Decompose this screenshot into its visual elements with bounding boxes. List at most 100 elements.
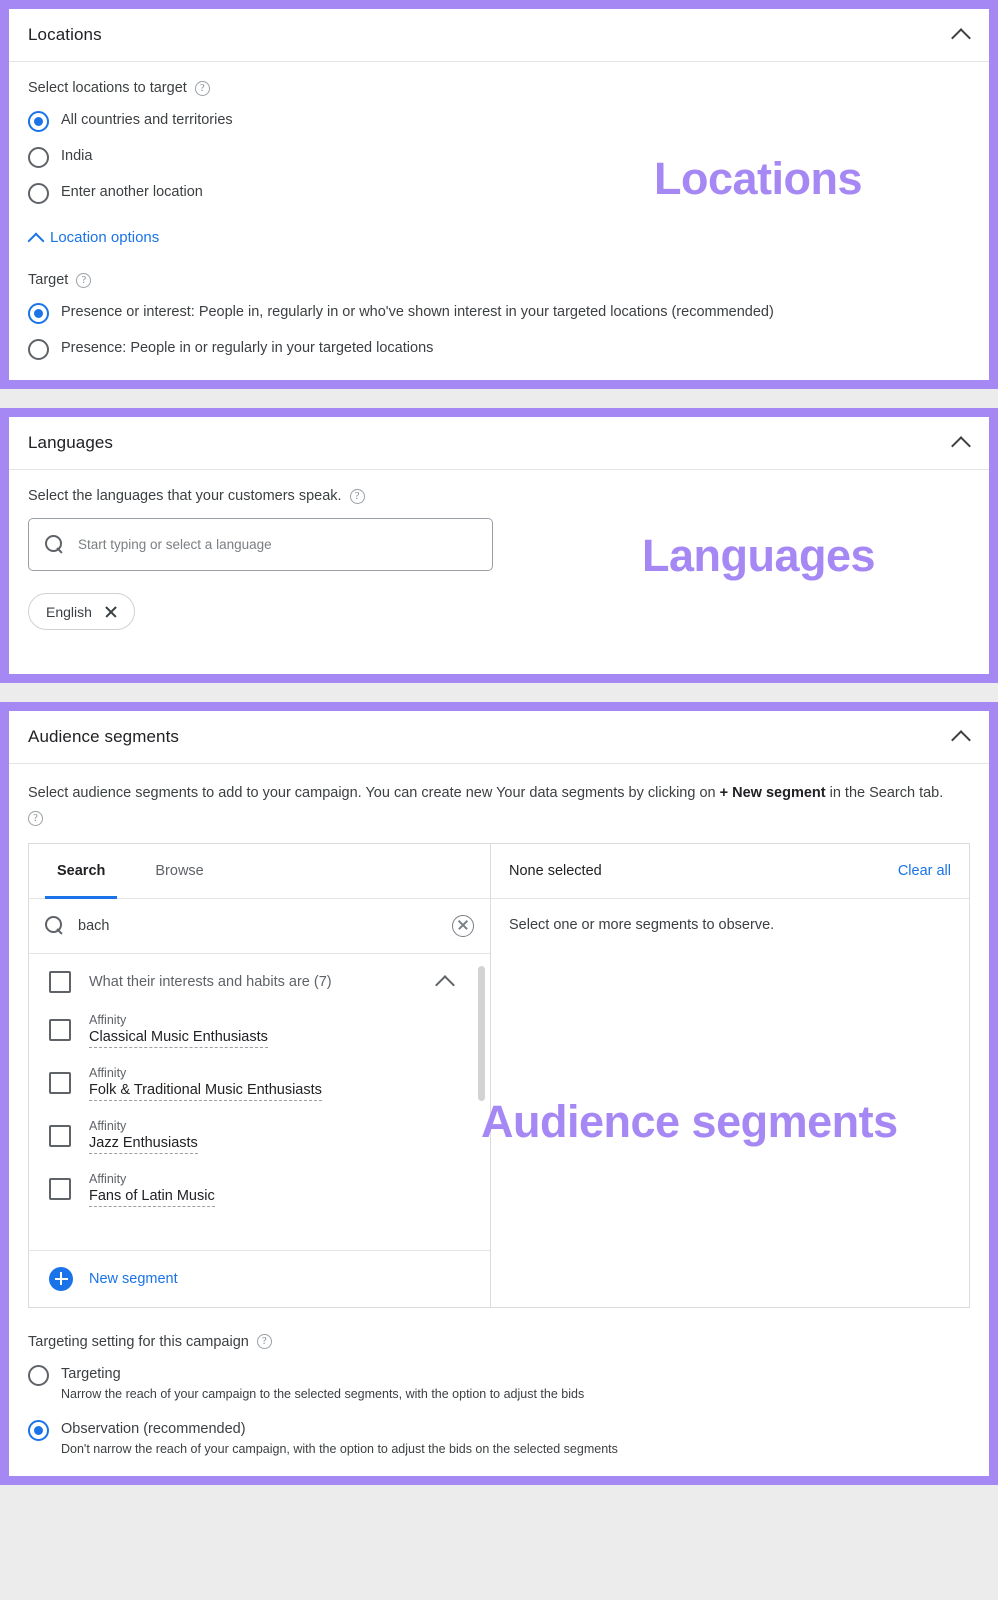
language-search-input[interactable]: Start typing or select a language: [78, 537, 272, 552]
help-icon[interactable]: ?: [194, 80, 210, 96]
segment-name: Jazz Enthusiasts: [89, 1135, 198, 1154]
radio-targeting[interactable]: [28, 1364, 49, 1386]
chevron-up-icon[interactable]: [951, 432, 973, 454]
segment-name: Classical Music Enthusiasts: [89, 1029, 268, 1048]
target-option-label: Presence: People in or regularly in your…: [61, 340, 434, 356]
chevron-up-icon: [28, 230, 44, 246]
segment-name: Fans of Latin Music: [89, 1188, 215, 1207]
segment-kind: Affinity: [89, 1171, 127, 1186]
language-search-box[interactable]: Start typing or select a language: [28, 518, 493, 571]
audience-segments-highlight-box: Audience segments Select audience segmen…: [0, 702, 998, 1485]
locations-card-header[interactable]: Locations: [9, 9, 989, 62]
help-icon[interactable]: ?: [76, 272, 92, 288]
help-icon[interactable]: ?: [349, 488, 365, 504]
targeting-option-sub: Narrow the reach of your campaign to the…: [61, 1386, 585, 1401]
location-options-link-label: Location options: [50, 229, 160, 246]
segment-picker-tabs: Search Browse: [29, 844, 490, 899]
selection-empty-message: Select one or more segments to observe.: [509, 916, 775, 933]
languages-highlight-box: Languages Select the languages that your…: [0, 408, 998, 683]
audience-description-part1: Select audience segments to add to your …: [28, 785, 720, 801]
location-option-enter-another[interactable]: Enter another location: [28, 182, 970, 204]
close-icon[interactable]: [104, 605, 117, 618]
page-root: Locations Select locations to target ? A…: [0, 0, 998, 1485]
radio-presence[interactable]: [28, 339, 49, 360]
language-chip-english[interactable]: English: [28, 593, 135, 630]
segment-group-interests-habits[interactable]: What their interests and habits are (7): [29, 960, 490, 1004]
languages-card-header[interactable]: Languages: [9, 417, 989, 470]
languages-prompt: Select the languages that your customers…: [28, 488, 970, 504]
tab-browse[interactable]: Browse: [143, 844, 215, 898]
target-prompt: Target ?: [28, 272, 970, 288]
targeting-option-sub: Don't narrow the reach of your campaign,…: [61, 1441, 618, 1456]
languages-title: Languages: [28, 433, 114, 452]
segment-list-item[interactable]: Affinity Jazz Enthusiasts: [29, 1110, 490, 1163]
radio-all-countries[interactable]: [28, 111, 49, 132]
audience-segments-card-header[interactable]: Audience segments: [9, 711, 989, 764]
language-chip-label: English: [46, 603, 92, 620]
new-segment-button[interactable]: New segment: [29, 1249, 490, 1307]
segment-picker-left: Search Browse bach What their interests …: [29, 843, 491, 1307]
targeting-setting-prompt: Targeting setting for this campaign ?: [28, 1334, 970, 1350]
segment-results-list: What their interests and habits are (7) …: [29, 954, 490, 1250]
segment-kind: Affinity: [89, 1012, 127, 1027]
segment-kind: Affinity: [89, 1118, 127, 1133]
languages-card-body: Select the languages that your customers…: [9, 470, 989, 674]
targeting-setting-label: Targeting setting for this campaign: [28, 1333, 249, 1350]
select-locations-prompt-text: Select locations to target: [28, 80, 187, 96]
segment-group-label: What their interests and habits are (7): [89, 973, 332, 990]
audience-description: Select audience segments to add to your …: [28, 782, 953, 827]
segment-picker: Search Browse bach What their interests …: [28, 842, 970, 1308]
help-icon[interactable]: ?: [256, 1334, 272, 1350]
chevron-up-icon[interactable]: [951, 24, 973, 46]
radio-observation[interactable]: [28, 1419, 49, 1441]
locations-highlight-box: Locations Select locations to target ? A…: [0, 0, 998, 389]
audience-segments-title: Audience segments: [28, 727, 180, 746]
locations-card-body: Select locations to target ? All countri…: [9, 62, 989, 380]
clear-circle-icon[interactable]: [452, 914, 474, 937]
languages-card: Languages Select the languages that your…: [9, 417, 989, 674]
target-option-presence-or-interest[interactable]: Presence or interest: People in, regular…: [28, 302, 970, 324]
audience-segments-card-body: Select audience segments to add to your …: [9, 764, 989, 1476]
audience-description-part2: in the Search tab.: [825, 785, 944, 801]
targeting-option-targeting[interactable]: Targeting Narrow the reach of your campa…: [28, 1364, 970, 1401]
chevron-up-icon[interactable]: [951, 726, 973, 748]
radio-india[interactable]: [28, 147, 49, 168]
tab-search[interactable]: Search: [45, 844, 118, 899]
segment-picker-right: None selected Clear all Select one or mo…: [491, 844, 969, 1307]
segment-list-item[interactable]: Affinity Classical Music Enthusiasts: [29, 1004, 490, 1057]
segment-list-scrollbar[interactable]: [478, 965, 485, 1101]
segment-kind: Affinity: [89, 1065, 127, 1080]
location-option-label: Enter another location: [61, 184, 203, 200]
locations-card: Locations Select locations to target ? A…: [9, 9, 989, 380]
location-options-toggle[interactable]: Location options: [28, 229, 970, 246]
chevron-up-icon[interactable]: [436, 972, 456, 992]
clear-all-button[interactable]: Clear all: [898, 863, 951, 879]
segment-name: Folk & Traditional Music Enthusiasts: [89, 1082, 322, 1101]
segment-search-input[interactable]: bach: [78, 918, 438, 934]
targeting-option-observation[interactable]: Observation (recommended) Don't narrow t…: [28, 1419, 970, 1456]
plus-circle-icon: [49, 1266, 73, 1291]
languages-prompt-text: Select the languages that your customers…: [28, 488, 342, 504]
radio-enter-another-location[interactable]: [28, 183, 49, 204]
segment-checkbox[interactable]: [49, 1125, 71, 1148]
target-prompt-text: Target: [28, 272, 69, 288]
search-icon: [45, 916, 64, 935]
selection-status: None selected: [509, 862, 602, 879]
location-option-india[interactable]: India: [28, 146, 970, 168]
segment-checkbox[interactable]: [49, 1019, 71, 1042]
locations-title: Locations: [28, 25, 102, 44]
location-option-all-countries[interactable]: All countries and territories: [28, 110, 970, 132]
target-option-presence[interactable]: Presence: People in or regularly in your…: [28, 338, 970, 360]
segment-checkbox[interactable]: [49, 1178, 71, 1201]
segment-list-item[interactable]: Affinity Folk & Traditional Music Enthus…: [29, 1057, 490, 1110]
section-gap: [0, 389, 998, 408]
segment-group-checkbox[interactable]: [49, 970, 71, 993]
radio-presence-or-interest[interactable]: [28, 303, 49, 324]
segment-list-item[interactable]: Affinity Fans of Latin Music: [29, 1163, 490, 1216]
location-option-label: India: [61, 148, 93, 164]
section-gap: [0, 683, 998, 702]
help-icon[interactable]: ?: [28, 811, 43, 827]
segment-checkbox[interactable]: [49, 1072, 71, 1095]
audience-segments-card: Audience segments Select audience segmen…: [9, 711, 989, 1476]
segment-search-field[interactable]: bach: [29, 899, 490, 954]
